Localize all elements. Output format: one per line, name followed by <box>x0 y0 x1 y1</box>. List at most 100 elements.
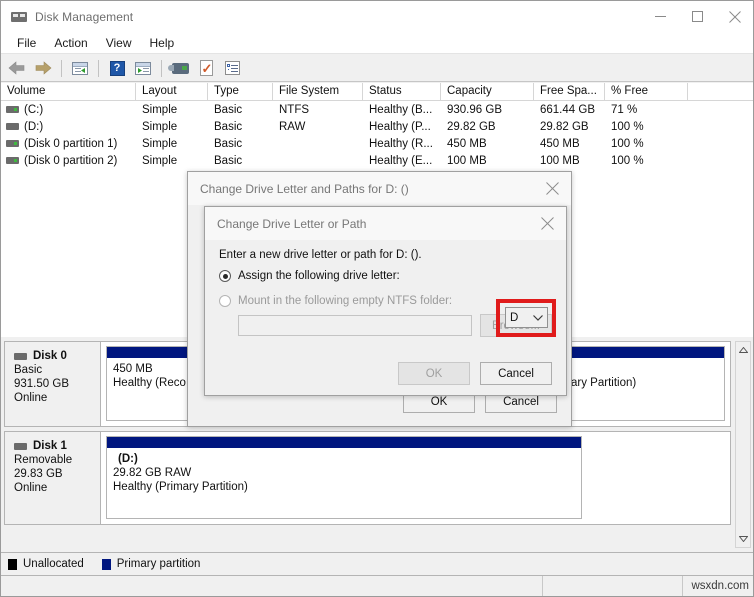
column-header-free-space[interactable]: Free Spa... <box>534 83 605 101</box>
show-hide-console-tree-icon[interactable] <box>68 57 92 80</box>
properties-icon[interactable]: ✓ <box>194 57 218 80</box>
menu-action[interactable]: Action <box>45 34 96 52</box>
help-icon[interactable]: ? <box>105 57 129 80</box>
column-header-percent-free[interactable]: % Free <box>605 83 688 101</box>
maximize-button[interactable] <box>679 1 716 32</box>
disk-0-state: Online <box>14 392 48 404</box>
menu-file[interactable]: File <box>8 34 45 52</box>
rescan-disks-icon[interactable] <box>167 57 192 80</box>
menu-help[interactable]: Help <box>141 34 184 52</box>
scroll-down-icon[interactable] <box>736 531 750 547</box>
assign-drive-letter-label: Assign the following drive letter: <box>238 270 400 282</box>
window-title: Disk Management <box>35 9 134 24</box>
disk-0-type: Basic <box>14 364 43 376</box>
legend-swatch-primary-partition <box>101 558 111 570</box>
disk-icon <box>14 352 27 360</box>
watermark: wsxdn.com <box>691 580 749 592</box>
close-icon[interactable] <box>528 207 566 240</box>
cell-free-space: 450 MB <box>540 137 580 150</box>
dialog-inner-buttons: OK Cancel <box>398 362 552 385</box>
cell-volume: (D:) <box>24 120 44 133</box>
menu-view[interactable]: View <box>97 34 141 52</box>
forward-arrow-icon[interactable] <box>31 57 55 80</box>
cell-status: Healthy (B... <box>369 103 433 116</box>
chevron-down-icon <box>533 313 543 323</box>
toolbar-separator <box>98 59 99 77</box>
cell-capacity: 930.96 GB <box>447 103 502 116</box>
column-header-status[interactable]: Status <box>363 83 441 101</box>
column-header-spacer[interactable] <box>688 83 751 101</box>
disk-volume-icon-gray <box>6 123 19 130</box>
cell-percent-free: 100 % <box>611 137 644 150</box>
column-header-volume[interactable]: Volume <box>1 83 136 101</box>
cell-percent-free: 71 % <box>611 103 638 116</box>
ok-button[interactable]: OK <box>398 362 470 385</box>
partition-bar <box>107 437 581 448</box>
disk-1-name: Disk 1 <box>33 440 67 452</box>
scroll-up-icon[interactable] <box>736 342 750 358</box>
menu-bar: File Action View Help <box>1 32 753 54</box>
partition-status: Healthy (Primary Partition) <box>113 481 248 493</box>
cell-file-system: NTFS <box>279 103 310 116</box>
cell-layout: Simple <box>142 137 178 150</box>
change-drive-letter-or-path-dialog: Change Drive Letter or Path Enter a new … <box>204 206 567 396</box>
assign-drive-letter-radio[interactable] <box>219 270 231 282</box>
disk-0-info: Disk 0 Basic 931.50 GB Online <box>5 342 101 426</box>
minimize-button[interactable] <box>642 1 679 32</box>
cell-percent-free: 100 % <box>611 154 644 167</box>
legend-label-primary-partition: Primary partition <box>116 558 201 570</box>
column-header-layout[interactable]: Layout <box>136 83 208 101</box>
mount-folder-radio[interactable] <box>219 295 231 307</box>
table-row[interactable]: (Disk 0 partition 2) Simple Basic Health… <box>1 152 753 169</box>
refresh-list-icon[interactable] <box>220 57 244 80</box>
cell-capacity: 100 MB <box>447 154 487 167</box>
window-controls <box>642 1 753 32</box>
legend: Unallocated Primary partition <box>1 552 753 575</box>
cell-free-space: 29.82 GB <box>540 120 589 133</box>
disk-panel-disk-1[interactable]: Disk 1 Removable 29.83 GB Online (D:) 29… <box>4 431 731 525</box>
partition-disk0-1[interactable]: 450 MB Healthy (Reco <box>106 346 196 421</box>
disk-0-name: Disk 0 <box>33 350 67 362</box>
column-header-capacity[interactable]: Capacity <box>441 83 534 101</box>
show-hide-action-pane-icon[interactable] <box>131 57 155 80</box>
table-row[interactable]: (C:) Simple Basic NTFS Healthy (B... 930… <box>1 101 753 118</box>
graphical-view-scrollbar[interactable] <box>735 341 751 548</box>
table-row[interactable]: (Disk 0 partition 1) Simple Basic Health… <box>1 135 753 152</box>
disk-volume-icon <box>6 157 19 164</box>
column-header-type[interactable]: Type <box>208 83 273 101</box>
disk-volume-icon <box>6 140 19 147</box>
cell-type: Basic <box>214 154 243 167</box>
toolbar: ? ✓ <box>1 55 753 82</box>
disk-1-state: Online <box>14 482 48 494</box>
title-bar: Disk Management <box>1 1 753 32</box>
partition-disk1-1[interactable]: (D:) 29.82 GB RAW Healthy (Primary Parti… <box>106 436 582 519</box>
disk-management-icon <box>11 9 27 25</box>
table-row[interactable]: (D:) Simple Basic RAW Healthy (P... 29.8… <box>1 118 753 135</box>
back-arrow-icon[interactable] <box>5 57 29 80</box>
close-icon[interactable] <box>716 1 753 32</box>
status-bar: wsxdn.com <box>1 575 753 596</box>
cell-layout: Simple <box>142 103 178 116</box>
cell-percent-free: 100 % <box>611 120 644 133</box>
dialog-outer-title-bar: Change Drive Letter and Paths for D: () <box>188 172 571 205</box>
dialog-inner-body: Enter a new drive letter or path for D: … <box>205 249 566 385</box>
disk-1-info: Disk 1 Removable 29.83 GB Online <box>5 432 101 524</box>
partition-size: 450 MB <box>113 363 153 375</box>
drive-letter-select[interactable]: D <box>505 307 548 328</box>
cell-layout: Simple <box>142 120 178 133</box>
cell-type: Basic <box>214 137 243 150</box>
assign-drive-letter-radio-row[interactable]: Assign the following drive letter: <box>219 270 552 282</box>
cell-free-space: 661.44 GB <box>540 103 595 116</box>
cancel-button[interactable]: Cancel <box>480 362 552 385</box>
cell-volume: (Disk 0 partition 1) <box>24 137 118 150</box>
mount-folder-input[interactable] <box>238 315 472 336</box>
cell-volume: (Disk 0 partition 2) <box>24 154 118 167</box>
column-header-file-system[interactable]: File System <box>273 83 363 101</box>
toolbar-separator <box>161 59 162 77</box>
mount-folder-radio-row[interactable]: Mount in the following empty NTFS folder… <box>219 295 552 307</box>
partition-status: Healthy (Reco <box>113 377 186 389</box>
legend-swatch-unallocated <box>8 558 17 570</box>
close-icon[interactable] <box>533 172 571 205</box>
cell-capacity: 450 MB <box>447 137 487 150</box>
status-segment-2 <box>543 575 683 596</box>
